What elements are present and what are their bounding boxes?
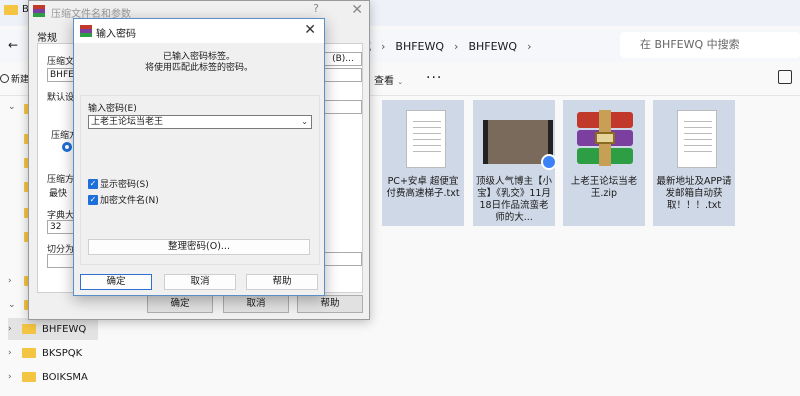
file-item[interactable]: PC+安卓 超便宜付费高速梯子.txt: [382, 100, 464, 226]
sidebar-item-label: BHFEWQ: [42, 323, 87, 335]
breadcrumb-item[interactable]: BHFEWQ: [468, 40, 517, 53]
chevron-right-icon: ›: [527, 39, 532, 53]
folder-icon: [4, 4, 18, 15]
enter-password-dialog: 输入密码 ✕ 已输入密码标签。 将使用匹配此标签的密码。 输入密码(E) 上老王…: [73, 18, 325, 296]
sidebar-item-bhfewq[interactable]: › BHFEWQ: [8, 318, 98, 340]
winrar-icon: [80, 25, 92, 37]
encrypt-filenames-checkbox[interactable]: ✓ 加密文件名(N): [88, 193, 159, 206]
folder-icon: [22, 372, 36, 382]
chevron-down-icon[interactable]: ⌄: [301, 116, 308, 128]
file-item[interactable]: 最新地址及APP请发邮箱自动获取！！！.txt: [653, 100, 735, 226]
password-label: 输入密码(E): [88, 104, 137, 114]
back-arrow-icon[interactable]: ←: [8, 38, 18, 52]
view-label: 查看: [374, 76, 394, 87]
sidebar-item-bkspqk[interactable]: › BKSPQK: [8, 342, 98, 364]
radio-button[interactable]: [62, 142, 72, 152]
info-line: 已输入密码标签。: [162, 52, 235, 62]
method-value: 最快: [49, 189, 68, 199]
file-item[interactable]: 上老王论坛当老王.zip: [563, 100, 645, 226]
update-mode-select[interactable]: [322, 68, 362, 82]
dialog-title: 输入密码: [96, 29, 136, 40]
cancel-button[interactable]: 取消: [164, 274, 236, 290]
new-button[interactable]: 新建: [0, 72, 29, 85]
file-name: PC+安卓 超便宜付费高速梯子.txt: [386, 176, 460, 199]
text-file-icon: [663, 106, 725, 170]
breadcrumb: 威 › BHFEWQ › BHFEWQ ›: [360, 36, 532, 56]
info-text: 已输入密码标签。 将使用匹配此标签的密码。: [74, 52, 324, 74]
checkmark-icon: ✓: [88, 178, 98, 189]
help-button[interactable]: 帮助: [246, 274, 318, 290]
details-pane-icon[interactable]: [778, 70, 792, 84]
checkbox-label: 加密文件名(N): [100, 196, 159, 206]
more-options-button[interactable]: ···: [426, 70, 442, 86]
show-password-checkbox[interactable]: ✓ 显示密码(S): [88, 177, 149, 190]
chevron-right-icon: ›: [8, 324, 12, 334]
sidebar-item-label: BOIKSMA: [42, 371, 88, 383]
file-name: 顶级人气博主【小宝】《乳交》11月18日作品流蛮老师的大...: [475, 176, 552, 223]
video-thumbnail: [483, 106, 557, 170]
volume-field[interactable]: [322, 252, 362, 266]
checkbox-label: 显示密码(S): [100, 180, 149, 190]
chevron-down-icon[interactable]: ⌄: [8, 102, 16, 112]
sidebar-item-boiksma[interactable]: › BOIKSMA: [8, 366, 98, 388]
info-line: 将使用匹配此标签的密码。: [144, 63, 253, 73]
sidebar-item-label: BKSPQK: [42, 347, 83, 359]
new-label: 新建: [11, 75, 30, 85]
chevron-right-icon: ›: [8, 348, 12, 358]
help-icon[interactable]: ?: [313, 2, 319, 15]
folder-icon: [22, 324, 36, 334]
chevron-down-icon[interactable]: ⌄: [8, 300, 16, 310]
profile-select[interactable]: [322, 100, 362, 114]
text-file-icon: [392, 106, 454, 170]
winrar-archive-icon: [573, 106, 635, 170]
checkmark-icon: ✓: [88, 194, 98, 205]
search-input[interactable]: 在 BHFEWQ 中搜索: [620, 32, 800, 58]
close-icon[interactable]: ✕: [351, 2, 363, 18]
ok-button[interactable]: 确定: [80, 274, 152, 290]
cancel-button[interactable]: 取消: [223, 295, 289, 313]
password-combobox[interactable]: 上老王论坛当老王 ⌄: [88, 115, 312, 129]
folder-icon: [22, 348, 36, 358]
chevron-right-icon: ›: [381, 39, 386, 53]
breadcrumb-item[interactable]: BHFEWQ: [395, 40, 444, 53]
chevron-right-icon: ›: [8, 372, 12, 382]
file-name: 最新地址及APP请发邮箱自动获取！！！.txt: [656, 176, 732, 211]
winrar-icon: [33, 5, 45, 17]
tab-general[interactable]: 常规: [37, 29, 57, 44]
chevron-right-icon[interactable]: ›: [8, 276, 12, 286]
browse-button[interactable]: (B)...: [322, 52, 362, 66]
plus-icon: [0, 74, 9, 83]
view-button[interactable]: 查看 ⌄: [374, 72, 403, 87]
file-name: 上老王论坛当老王.zip: [570, 176, 638, 199]
dialog-titlebar: 输入密码 ✕: [74, 19, 324, 43]
password-value: 上老王论坛当老王: [91, 117, 164, 127]
help-button[interactable]: 帮助: [297, 295, 363, 313]
file-item[interactable]: 顶级人气博主【小宝】《乳交》11月18日作品流蛮老师的大...: [473, 100, 557, 226]
organize-passwords-button[interactable]: 整理密码(O)...: [88, 239, 310, 255]
ok-button[interactable]: 确定: [147, 295, 213, 313]
chevron-right-icon: ›: [454, 39, 459, 53]
chevron-down-icon: ⌄: [397, 78, 404, 86]
close-icon[interactable]: ✕: [304, 22, 316, 38]
